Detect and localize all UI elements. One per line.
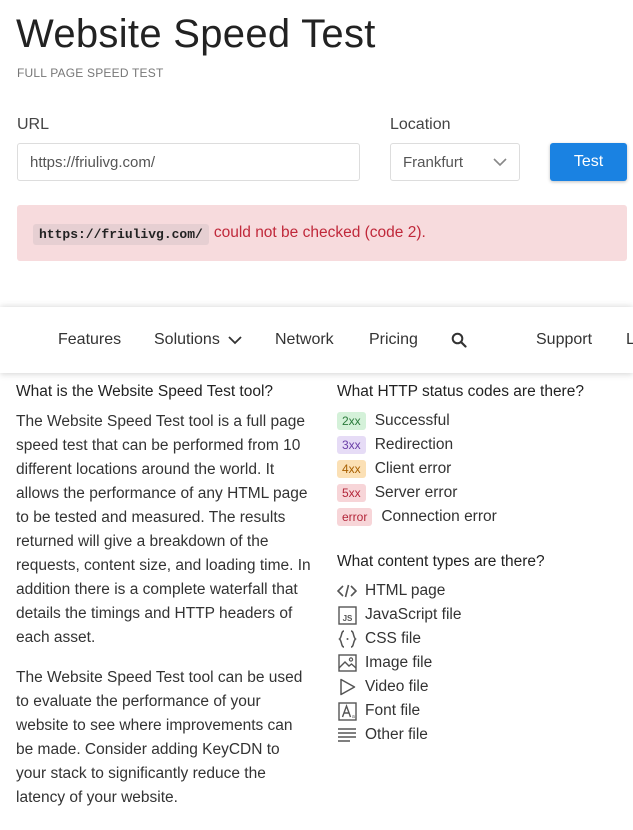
content-type-label: HTML page <box>365 582 446 599</box>
status-codes-heading: What HTTP status codes are there? <box>337 383 584 400</box>
status-code-row: 5xx Server error <box>337 481 457 505</box>
content-type-row: JS JavaScript file <box>337 603 461 627</box>
other-file-icon <box>337 725 357 745</box>
content-type-row: Other file <box>337 723 428 747</box>
svg-text:a: a <box>352 714 355 720</box>
about-paragraph-1: The Website Speed Test tool is a full pa… <box>16 413 311 646</box>
status-label: Connection error <box>381 508 497 525</box>
content-type-row: Video file <box>337 675 428 699</box>
status-label: Client error <box>374 460 452 477</box>
chevron-down-icon <box>493 157 507 167</box>
status-code-row: error Connection error <box>337 505 497 529</box>
font-file-icon: a <box>337 701 357 721</box>
nav-item-solutions-label: Solutions <box>154 331 220 348</box>
content-type-label: Image file <box>365 654 433 671</box>
test-button[interactable]: Test <box>550 143 627 181</box>
nav-item-support[interactable]: Support <box>536 307 592 373</box>
status-badge: 3xx <box>337 436 366 454</box>
alert-message: could not be checked (code 2). <box>213 224 426 241</box>
content-type-row: a Font file <box>337 699 420 723</box>
about-heading: What is the Website Speed Test tool? <box>16 383 274 400</box>
page-subtitle: FULL PAGE SPEED TEST <box>17 66 164 80</box>
content-type-label: Other file <box>365 726 428 743</box>
main-navbar: Features Solutions Network Pricing Suppo… <box>0 307 633 373</box>
status-badge: 2xx <box>337 412 366 430</box>
status-label: Server error <box>374 484 458 501</box>
css-file-icon <box>337 629 357 649</box>
nav-item-login[interactable]: L <box>626 307 633 373</box>
content-type-label: JavaScript file <box>365 606 462 623</box>
svg-text:JS: JS <box>342 614 352 623</box>
alert-url-code: https://friulivg.com/ <box>33 223 209 245</box>
location-select[interactable]: Frankfurt <box>390 143 520 181</box>
search-icon[interactable] <box>451 307 467 373</box>
chevron-down-icon <box>228 335 242 345</box>
status-badge: error <box>337 508 373 526</box>
url-input[interactable]: https://friulivg.com/ <box>17 143 360 181</box>
about-paragraph-2: The Website Speed Test tool can be used … <box>16 669 303 806</box>
url-input-value: https://friulivg.com/ <box>30 153 156 171</box>
video-file-icon <box>337 677 357 697</box>
html-icon <box>337 581 357 601</box>
status-badge: 5xx <box>337 484 366 502</box>
content-type-label: Font file <box>365 702 421 719</box>
content-type-row: Image file <box>337 651 432 675</box>
status-code-row: 4xx Client error <box>337 457 451 481</box>
nav-item-features[interactable]: Features <box>58 307 121 373</box>
content-type-label: CSS file <box>365 630 421 647</box>
status-code-row: 2xx Successful <box>337 409 450 433</box>
status-label: Successful <box>374 412 450 429</box>
image-file-icon <box>337 653 357 673</box>
status-code-row: 3xx Redirection <box>337 433 453 457</box>
content-types-heading: What content types are there? <box>337 553 545 570</box>
status-label: Redirection <box>374 436 454 453</box>
javascript-file-icon: JS <box>337 605 357 625</box>
nav-item-network[interactable]: Network <box>275 307 334 373</box>
status-badge: 4xx <box>337 460 366 478</box>
page-title: Website Speed Test <box>16 12 376 56</box>
nav-item-pricing[interactable]: Pricing <box>369 307 418 373</box>
url-label: URL <box>17 116 50 133</box>
content-type-row: CSS file <box>337 627 421 651</box>
nav-item-solutions[interactable]: Solutions <box>154 307 242 373</box>
error-alert: https://friulivg.com/ could not be check… <box>17 205 627 261</box>
content-type-row: HTML page <box>337 579 445 603</box>
content-type-label: Video file <box>365 678 429 695</box>
location-select-value: Frankfurt <box>403 153 464 171</box>
location-label: Location <box>390 116 451 133</box>
